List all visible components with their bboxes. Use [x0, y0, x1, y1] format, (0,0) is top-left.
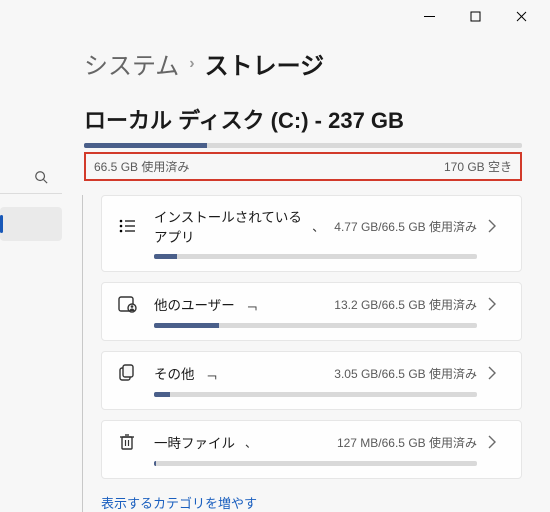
nav-item-system[interactable] — [0, 207, 62, 241]
search-input[interactable] — [0, 160, 62, 194]
breadcrumb-parent[interactable]: システム — [84, 46, 179, 81]
used-label: 66.5 GB 使用済み — [94, 158, 189, 175]
category-label: 一時ファイル — [154, 432, 235, 452]
annotation-mark: ﹁ — [205, 365, 217, 382]
drive-title: ローカル ディスク (C:) - 237 GB — [84, 103, 522, 135]
maximize-button[interactable] — [452, 0, 498, 32]
drive-usage-bar — [84, 143, 522, 148]
chevron-right-icon — [487, 297, 507, 311]
annotation-mark: ﹁ — [245, 296, 257, 313]
drive-usage-summary: 66.5 GB 使用済み 170 GB 空き — [84, 152, 522, 181]
category-detail: 4.77 GB/66.5 GB 使用済み — [334, 218, 477, 235]
free-label: 170 GB 空き — [444, 158, 512, 175]
trash-icon — [116, 431, 138, 453]
chevron-right-icon — [487, 366, 507, 380]
breadcrumb-current: ストレージ — [205, 46, 325, 81]
window-titlebar — [0, 0, 550, 32]
left-panel — [0, 32, 66, 503]
apps-icon — [116, 215, 138, 237]
chevron-right-icon — [487, 219, 507, 233]
minimize-button[interactable] — [406, 0, 452, 32]
category-label: 他のユーザー — [154, 294, 235, 314]
category-detail: 3.05 GB/66.5 GB 使用済み — [334, 365, 477, 382]
storage-category-card[interactable]: 一時ファイル 、 127 MB/66.5 GB 使用済み — [101, 420, 522, 479]
scroll-region: インストールされているアプリ 、 4.77 GB/66.5 GB 使用済み 他の… — [82, 195, 522, 512]
category-label: その他 — [154, 363, 195, 383]
category-detail: 13.2 GB/66.5 GB 使用済み — [334, 296, 477, 313]
chevron-right-icon — [487, 435, 507, 449]
annotation-mark: 、 — [245, 434, 257, 451]
close-button[interactable] — [498, 0, 544, 32]
chevron-right-icon: › — [189, 55, 194, 73]
main-content: システム › ストレージ ローカル ディスク (C:) - 237 GB 66.… — [74, 40, 550, 503]
storage-category-card[interactable]: 他のユーザー ﹁ 13.2 GB/66.5 GB 使用済み — [101, 282, 522, 341]
other-icon — [116, 362, 138, 384]
storage-category-list: インストールされているアプリ 、 4.77 GB/66.5 GB 使用済み 他の… — [101, 195, 522, 479]
search-icon — [34, 170, 48, 184]
category-label: インストールされているアプリ — [154, 206, 302, 246]
breadcrumb: システム › ストレージ — [84, 46, 522, 81]
users-icon — [116, 293, 138, 315]
storage-category-card[interactable]: その他 ﹁ 3.05 GB/66.5 GB 使用済み — [101, 351, 522, 410]
category-detail: 127 MB/66.5 GB 使用済み — [337, 434, 477, 451]
storage-category-card[interactable]: インストールされているアプリ 、 4.77 GB/66.5 GB 使用済み — [101, 195, 522, 272]
annotation-mark: 、 — [312, 218, 324, 235]
